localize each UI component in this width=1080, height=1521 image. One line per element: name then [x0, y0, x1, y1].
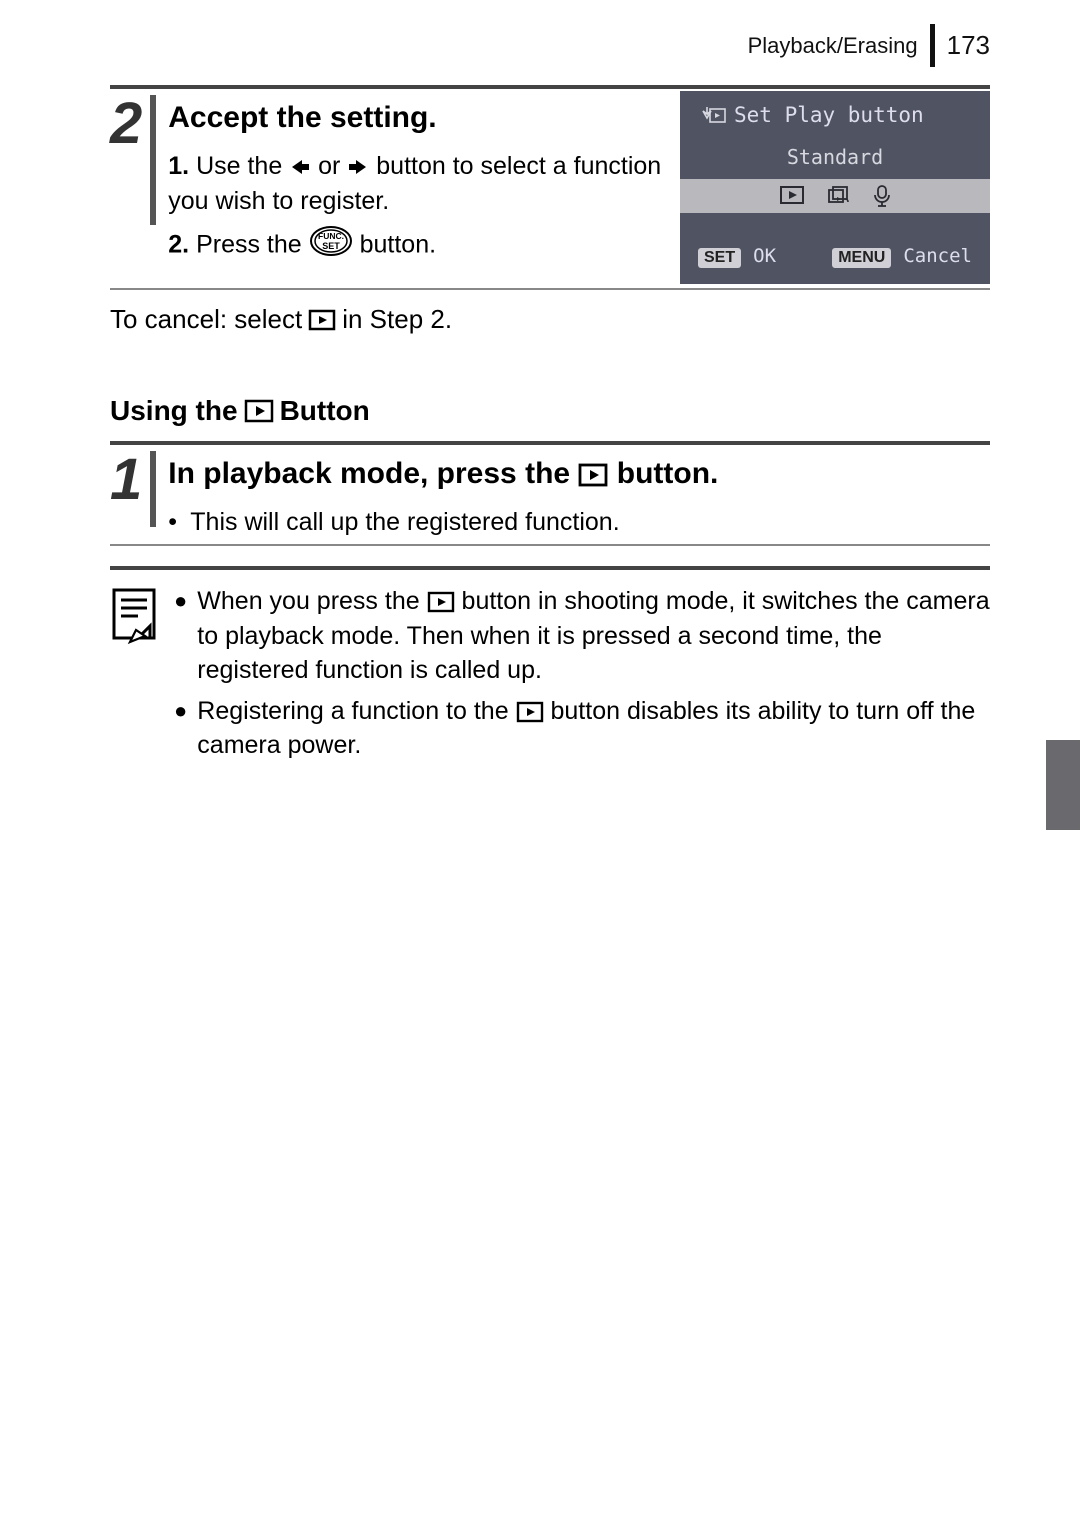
playback-icon	[779, 185, 805, 205]
playback-icon	[244, 399, 274, 423]
cancel-note: To cancel: select in Step 2.	[110, 304, 990, 335]
arrow-left-icon	[289, 156, 311, 178]
notes-block: ● When you press the button in shooting …	[110, 566, 990, 769]
set-pill: SET	[698, 248, 741, 268]
step-2-number: 2	[110, 95, 144, 153]
lcd-ok: SET OK	[698, 243, 776, 268]
lcd-footer: SET OK MENU Cancel	[680, 213, 990, 272]
section-label: Playback/Erasing	[748, 33, 930, 59]
step-2-sub-1: 1. Use the or button to select a functio…	[168, 149, 670, 219]
bullet-icon: ●	[174, 584, 187, 688]
note-2: ● Registering a function to the button d…	[174, 694, 990, 763]
lcd-title: Set Play button	[734, 103, 924, 127]
lcd-cancel: MENU Cancel	[832, 243, 972, 268]
step-1-number: 1	[110, 451, 144, 509]
playback-icon	[308, 309, 336, 331]
step-1-block: 1 In playback mode, press the button. • …	[110, 441, 990, 546]
using-play-button-heading: Using the Button	[110, 395, 990, 427]
ok-label: OK	[753, 245, 776, 267]
camera-lcd-preview: Set Play button Standard	[680, 91, 990, 284]
svg-text:FUNC.: FUNC.	[318, 231, 344, 241]
step-1-title: In playback mode, press the button.	[168, 457, 990, 491]
svg-text:SET: SET	[322, 241, 340, 251]
bullet-icon: ●	[174, 694, 187, 763]
menu-pill: MENU	[832, 248, 891, 268]
shortcut-play-icon	[702, 105, 726, 125]
playback-icon	[516, 701, 544, 723]
playback-icon	[578, 463, 608, 487]
slideshow-icon	[827, 185, 851, 207]
note-icon	[110, 584, 160, 769]
cancel-label: Cancel	[903, 245, 972, 267]
lcd-mode-label: Standard	[680, 135, 990, 179]
step-2-number-col: 2	[110, 95, 156, 225]
step-2-sub-2: 2. Press the FUNC. SET button.	[168, 225, 670, 267]
note-1: ● When you press the button in shooting …	[174, 584, 990, 688]
step-2-block: 2 Accept the setting. 1. Use the or butt…	[110, 85, 990, 290]
page-number-wrap: 173	[930, 24, 990, 67]
arrow-right-icon	[347, 156, 369, 178]
lcd-icon-band	[680, 179, 990, 213]
func-set-icon: FUNC. SET	[309, 225, 353, 267]
bullet-icon: •	[168, 505, 190, 540]
step-1-number-col: 1	[110, 451, 156, 527]
sound-memo-icon	[873, 185, 891, 207]
step-1-bullet: • This will call up the registered funct…	[168, 505, 990, 540]
side-tab	[1046, 740, 1080, 830]
page-number: 173	[947, 30, 990, 60]
page-header: Playback/Erasing 173	[110, 24, 990, 67]
lcd-title-row: Set Play button	[680, 91, 990, 135]
playback-icon	[427, 591, 455, 613]
step-2-title: Accept the setting.	[168, 101, 670, 135]
